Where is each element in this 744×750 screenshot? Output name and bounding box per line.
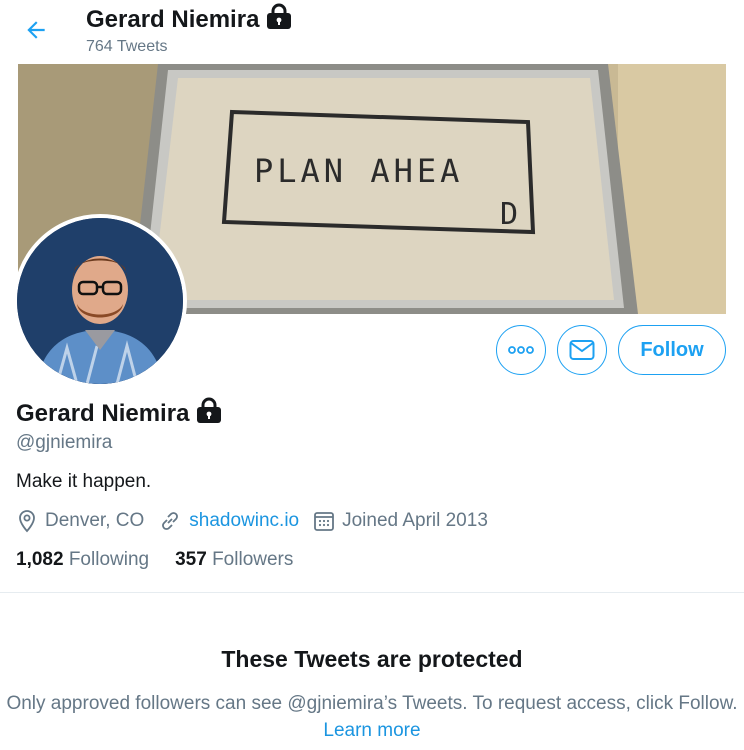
top-bar: Gerard Niemira 764 Tweets [0,0,744,64]
protected-text: Only approved followers can see @gjniemi… [6,693,738,714]
profile-bio: Make it happen. [16,471,152,492]
header-display-name: Gerard Niemira [86,5,260,33]
follow-button[interactable]: Follow [618,325,726,375]
profile-display-name: Gerard Niemira [16,399,190,427]
arrow-left-icon [27,21,45,39]
following-stat[interactable]: 1,082 Following [16,549,149,571]
protected-message: Only approved followers can see @gjniemi… [0,690,744,744]
header-title: Gerard Niemira [86,3,293,36]
protected-title: These Tweets are protected [221,646,523,672]
profile-handle: @gjniemira [16,432,113,453]
joined-item: Joined April 2013 [313,510,488,532]
profile-meta: Denver, CO shadowinc.io Joined April 201… [16,509,502,533]
location-item: Denver, CO [16,509,144,533]
calendar-icon [314,512,335,531]
avatar[interactable] [13,214,187,388]
back-button[interactable] [20,14,52,46]
learn-more-link[interactable]: Learn more [323,720,420,741]
more-button[interactable] [496,325,546,375]
followers-label: Followers [212,549,294,570]
follow-stats: 1,082 Following 357 Followers [16,549,319,571]
following-label: Following [68,549,150,570]
more-dots-icon [508,346,534,354]
tweet-count: 764 Tweets [86,38,168,55]
location-pin-icon [19,510,35,533]
banner-sign-line1: PLAN AHEA [254,152,463,190]
location-text: Denver, CO [45,510,145,531]
banner-sign-line2: D [500,197,518,232]
followers-stat[interactable]: 357 Followers [175,549,293,571]
following-count: 1,082 [16,549,64,570]
lock-icon [265,3,293,36]
lock-icon [195,397,223,430]
joined-text: Joined April 2013 [342,510,488,531]
link-icon [162,512,179,530]
website-item: shadowinc.io [158,509,299,533]
website-link[interactable]: shadowinc.io [189,510,299,532]
followers-count: 357 [175,549,207,570]
divider [0,592,744,593]
message-button[interactable] [557,325,607,375]
envelope-icon [569,340,595,360]
profile-title: Gerard Niemira [16,397,223,430]
